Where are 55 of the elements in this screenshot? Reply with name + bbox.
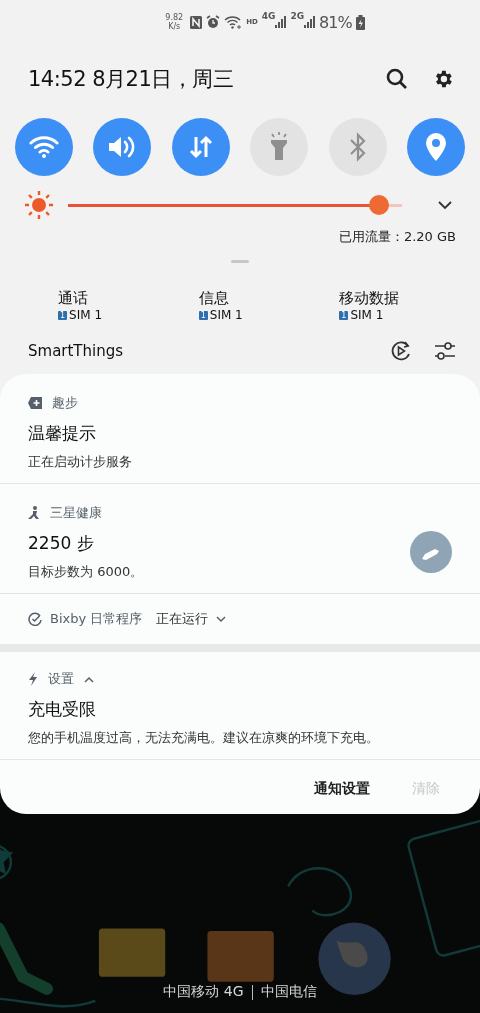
data-toggle[interactable] xyxy=(171,118,230,176)
sim-setting[interactable]: 信息 1 SIM 1 xyxy=(198,289,340,322)
up-down-arrows-icon xyxy=(187,134,214,160)
bluetooth-icon xyxy=(347,132,368,162)
brightness-icon xyxy=(24,190,54,220)
data-usage: 已用流量：2.20 GB xyxy=(338,228,456,246)
network-label: 2G xyxy=(290,11,305,21)
nfc-icon xyxy=(190,15,203,29)
slider-thumb[interactable] xyxy=(368,195,389,215)
sound-toggle[interactable] xyxy=(93,118,152,176)
search-icon[interactable] xyxy=(386,68,408,90)
carrier-name: 中国电信 xyxy=(260,983,317,1001)
check-cycle-icon xyxy=(28,612,42,626)
app-name: Bixby 日常程序 xyxy=(50,610,143,628)
notification-text: 您的手机温度过高，无法充满电。建议在凉爽的环境下充电。 xyxy=(28,729,380,747)
notification-text: 正在启动计步服务 xyxy=(28,453,132,471)
wifi-icon xyxy=(29,135,59,159)
wifi-toggle[interactable] xyxy=(15,118,73,176)
sliders-icon[interactable] xyxy=(434,340,456,362)
date-time: 14:52 8月21日，周三 xyxy=(28,66,235,93)
network-label: 4G xyxy=(261,11,276,21)
notification-card[interactable]: 设置 充电受限 您的手机温度过高，无法充满电。建议在凉爽的环境下充电。 xyxy=(0,652,480,760)
network-speed: 9.82 K/s xyxy=(165,13,184,31)
notification-card[interactable]: 趣步 温馨提示 正在启动计步服务 xyxy=(0,374,480,484)
smartthings-label[interactable]: SmartThings xyxy=(28,342,368,360)
notification-text: 目标步数为 6000。 xyxy=(28,563,144,581)
app-name: 设置 xyxy=(48,670,74,688)
carrier-name: 中国移动 4G xyxy=(163,983,244,1001)
location-pin-icon xyxy=(424,132,447,162)
lightning-icon xyxy=(28,672,38,686)
signal-icon xyxy=(275,16,287,28)
drag-handle[interactable] xyxy=(231,260,249,263)
notification-card[interactable]: 三星健康 2250 步 目标步数为 6000。 xyxy=(0,484,480,594)
signal-icon xyxy=(304,16,316,28)
location-toggle[interactable] xyxy=(406,118,465,176)
battery-percent: 81% xyxy=(319,12,352,32)
app-icon xyxy=(28,397,42,409)
runner-icon xyxy=(28,506,40,520)
battery-charging-icon xyxy=(355,14,365,30)
routine-status: 正在运行 xyxy=(156,610,209,628)
notification-title: 温馨提示 xyxy=(28,422,97,445)
expand-icon[interactable] xyxy=(438,200,452,210)
notification-title: 2250 步 xyxy=(28,532,95,555)
alarm-icon xyxy=(206,15,221,29)
sim-setting[interactable]: 移动数据 1 SIM 1 xyxy=(339,289,480,322)
wifi-icon xyxy=(224,15,243,29)
app-name: 三星健康 xyxy=(50,504,102,522)
notification-title: 充电受限 xyxy=(28,698,97,721)
action-button[interactable]: 通知设置 xyxy=(308,776,376,802)
routine-row[interactable]: Bixby 日常程序 正在运行 xyxy=(0,594,480,644)
caret-icon[interactable] xyxy=(216,615,227,623)
media-play-icon[interactable] xyxy=(390,340,412,362)
caret-icon[interactable] xyxy=(84,675,94,683)
app-name: 趣步 xyxy=(52,394,78,412)
sim-setting[interactable]: 通话 1 SIM 1 xyxy=(58,289,199,322)
